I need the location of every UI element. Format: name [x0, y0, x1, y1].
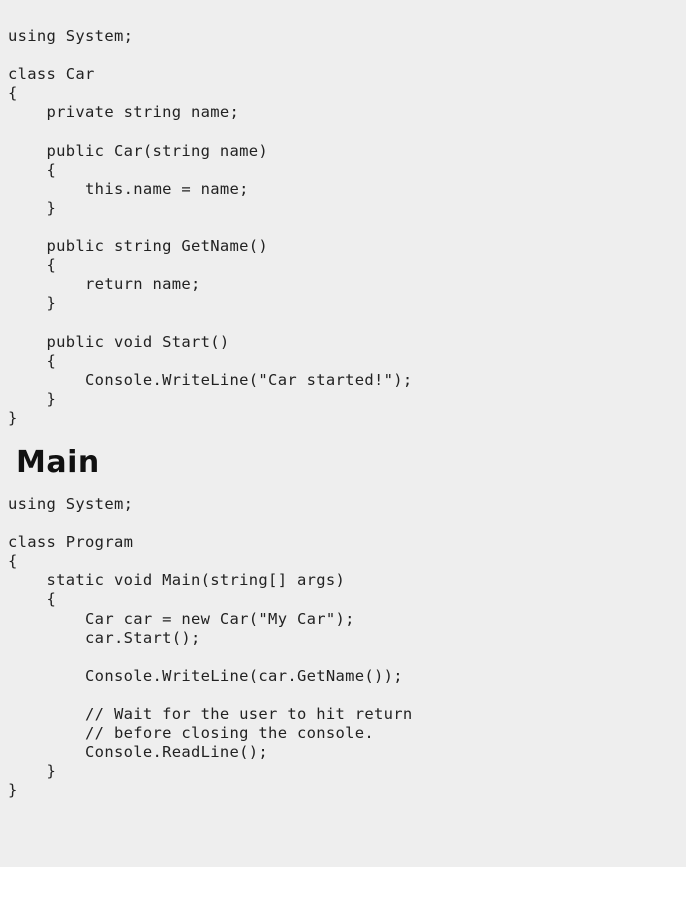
document-panel: using System; class Car { private string… [0, 0, 686, 867]
section-heading-main: Main [16, 445, 100, 480]
car-class-code-block: using System; class Car { private string… [8, 27, 413, 427]
program-class-code-block: using System; class Program { static voi… [8, 495, 413, 800]
